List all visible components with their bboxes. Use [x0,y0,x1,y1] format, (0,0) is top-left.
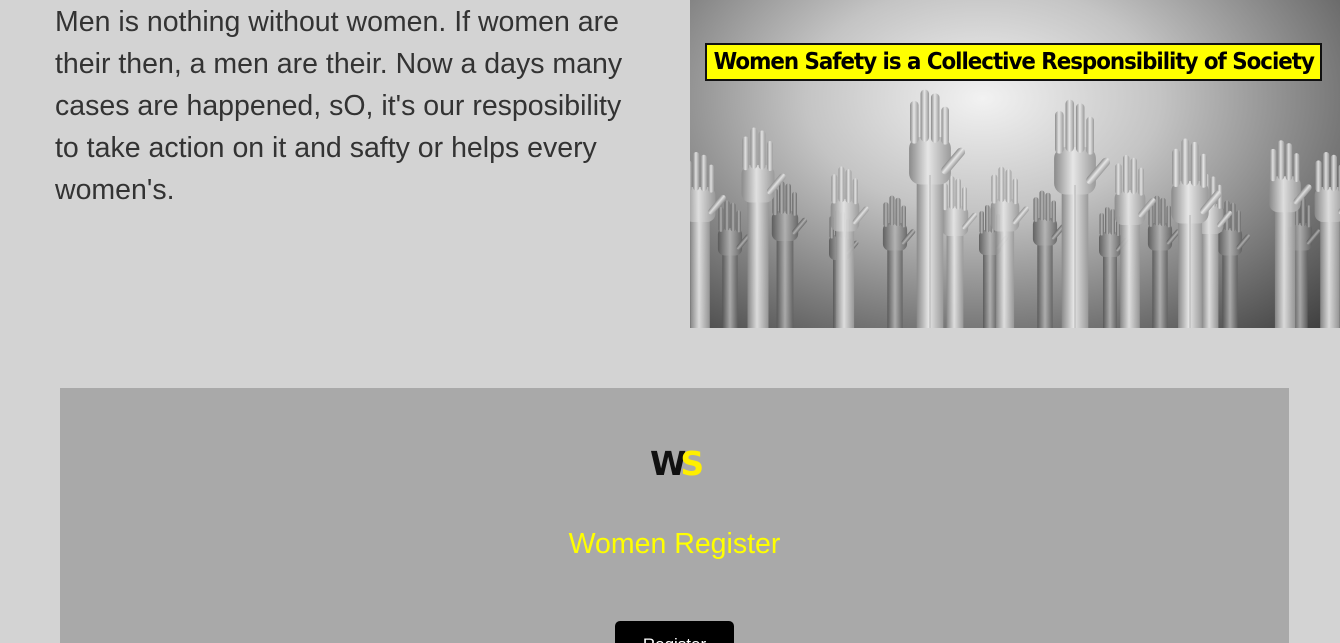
register-title: Women Register [568,528,781,560]
intro-paragraph: Men is nothing without women. If women a… [55,6,623,206]
hero-image: Women Safety is a Collective Responsibil… [690,0,1340,328]
hero-banner-text: Women Safety is a Collective Responsibil… [713,49,1314,75]
logo-letter-w: W [650,444,686,483]
register-panel: WS Women Register Register [60,388,1289,643]
ws-logo: WS [650,444,704,483]
logo-letter-s: S [680,444,704,483]
page: Men is nothing without women. If women a… [0,0,1340,643]
register-button[interactable]: Register [615,621,734,643]
hero-banner: Women Safety is a Collective Responsibil… [705,43,1322,81]
